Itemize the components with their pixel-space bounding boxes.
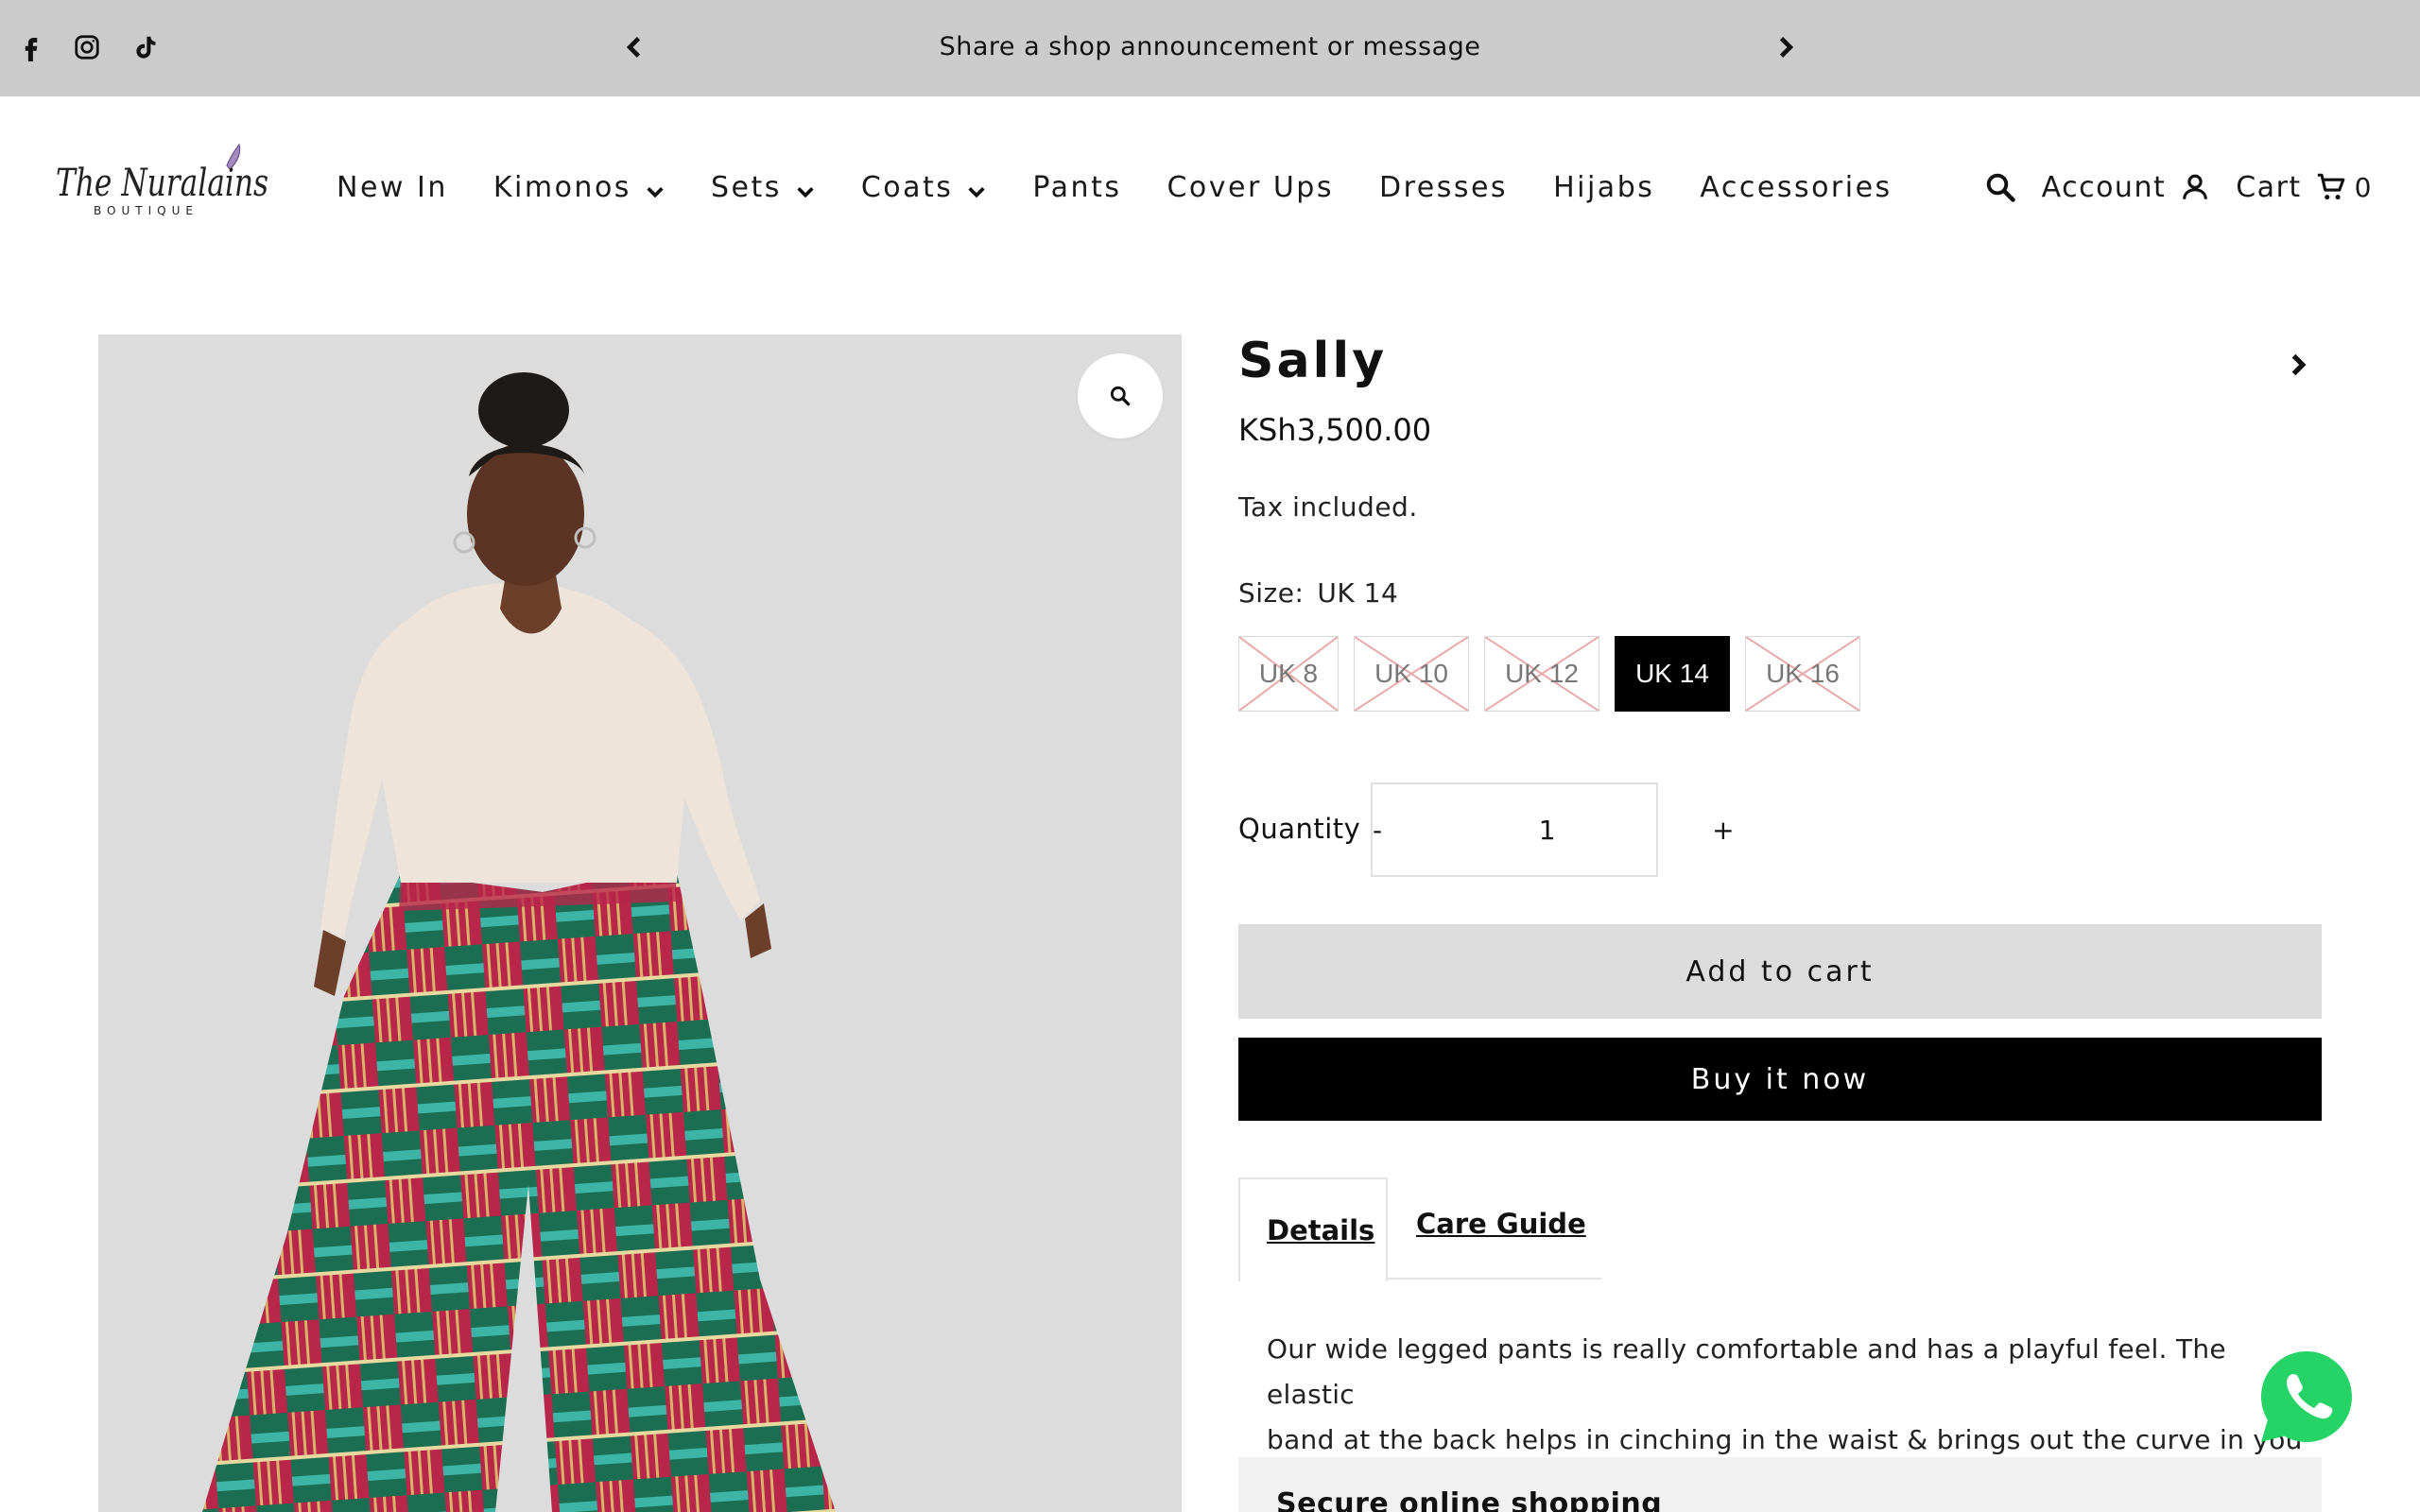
size-option-uk-8[interactable]: UK 8 — [1238, 636, 1339, 712]
nav-item-pants[interactable]: Pants — [1032, 171, 1121, 204]
announcement-text: Share a shop announcement or message — [939, 32, 1481, 61]
tiktok-icon[interactable] — [130, 28, 163, 66]
zoom-button[interactable] — [1078, 353, 1163, 438]
secure-shopping-panel: Secure online shopping — [1238, 1457, 2322, 1512]
brand-logo[interactable]: The Nuralains BOUTIQUE — [52, 137, 279, 227]
cart-link[interactable]: Cart 0 — [2236, 171, 2373, 204]
size-option-uk-12[interactable]: UK 12 — [1484, 636, 1599, 712]
instagram-icon[interactable] — [71, 28, 103, 66]
facebook-icon[interactable] — [17, 28, 45, 66]
nav-item-cover-ups[interactable]: Cover Ups — [1167, 171, 1334, 204]
product-price: KSh3,500.00 — [1238, 412, 1432, 448]
tab-details[interactable]: Details — [1238, 1177, 1388, 1281]
svg-text:The Nuralains: The Nuralains — [56, 162, 268, 205]
quantity-increase-button[interactable]: + — [1712, 815, 1734, 846]
size-option-uk-14[interactable]: UK 14 — [1615, 636, 1730, 712]
whatsapp-chat-button[interactable] — [2257, 1348, 2356, 1446]
size-option-uk-16[interactable]: UK 16 — [1745, 636, 1860, 712]
product-image[interactable] — [98, 335, 1182, 1512]
announcement-bar: Share a shop announcement or message — [0, 0, 2420, 96]
chevron-down-icon — [966, 177, 987, 198]
nav-item-new-in[interactable]: New In — [337, 171, 448, 204]
size-selector: UK 8 UK 10 UK 12 UK 14 UK 16 — [1238, 636, 1876, 712]
chevron-right-icon — [1779, 37, 1794, 58]
main-nav: New In Kimonos Sets Coats Pants Cover Up… — [337, 166, 1938, 208]
chevron-left-icon — [626, 37, 641, 58]
nav-item-dresses[interactable]: Dresses — [1379, 171, 1508, 204]
product-title: Sally — [1238, 333, 1388, 389]
tax-note: Tax included. — [1238, 491, 1418, 523]
nav-item-hijabs[interactable]: Hijabs — [1553, 171, 1654, 204]
cart-count: 0 — [2354, 171, 2373, 203]
next-product-button[interactable] — [2278, 346, 2316, 384]
nav-item-accessories[interactable]: Accessories — [1700, 171, 1892, 204]
search-button[interactable] — [1981, 168, 2019, 206]
cart-icon — [2317, 173, 2344, 200]
chevron-down-icon — [795, 177, 816, 198]
chevron-right-icon — [2291, 353, 2307, 376]
announcement-prev-button[interactable] — [616, 28, 654, 66]
product-tabs: Details Care Guide — [1238, 1177, 2322, 1281]
account-link[interactable]: Account — [2042, 171, 2212, 204]
tab-care-guide[interactable]: Care Guide — [1388, 1177, 1601, 1280]
nav-item-sets[interactable]: Sets — [711, 171, 816, 204]
nav-item-coats[interactable]: Coats — [861, 171, 988, 204]
add-to-cart-button[interactable]: Add to cart — [1238, 924, 2322, 1019]
size-label: Size: UK 14 — [1238, 577, 1399, 609]
quantity-stepper: - + — [1371, 782, 1735, 877]
zoom-icon — [1110, 386, 1131, 406]
user-icon — [2183, 174, 2208, 199]
selected-size: UK 14 — [1317, 577, 1399, 609]
chevron-down-icon — [645, 177, 666, 198]
secure-shopping-label: Secure online shopping — [1276, 1487, 1663, 1512]
svg-text:BOUTIQUE: BOUTIQUE — [94, 204, 199, 217]
buy-now-button[interactable]: Buy it now — [1238, 1038, 2322, 1121]
nav-item-kimonos[interactable]: Kimonos — [493, 171, 666, 204]
product-description: Our wide legged pants is really comforta… — [1267, 1333, 2303, 1455]
announcement-next-button[interactable] — [1766, 28, 1804, 66]
size-option-uk-10[interactable]: UK 10 — [1354, 636, 1469, 712]
header-actions: Account Cart 0 — [1981, 166, 2373, 208]
quantity-decrease-button[interactable]: - — [1373, 815, 1382, 846]
search-icon — [1986, 173, 2015, 202]
quantity-input[interactable] — [1382, 814, 1713, 846]
quantity-label: Quantity — [1238, 813, 1361, 845]
whatsapp-icon — [2261, 1351, 2352, 1442]
